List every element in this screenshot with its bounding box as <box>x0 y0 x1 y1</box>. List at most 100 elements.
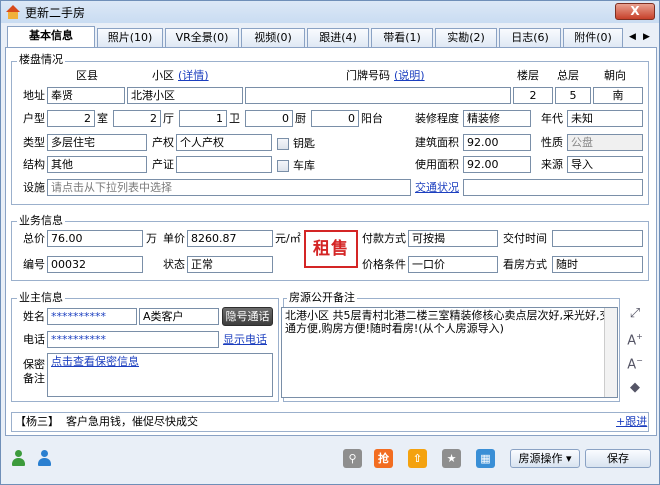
price-terms-field[interactable]: 一口价 <box>408 256 498 273</box>
title-bar: 更新二手房 X <box>1 1 659 23</box>
save-button[interactable]: 保存 <box>585 449 651 468</box>
building-area-field[interactable]: 92.00 <box>463 134 531 151</box>
close-button[interactable]: X <box>615 3 655 20</box>
tab-bar: 基本信息 照片(10) VR全景(0) 视频(0) 跟进(4) 带看(1) 实勘… <box>5 26 657 47</box>
secret-label-line1: 保密 <box>23 358 45 371</box>
community-header: 小区 <box>152 69 174 82</box>
certificate-field[interactable] <box>176 156 272 173</box>
owner-phone-field[interactable]: ********** <box>47 331 219 348</box>
price-terms-label: 价格条件 <box>362 258 406 271</box>
tab-inspection[interactable]: 实勘(2) <box>435 28 497 47</box>
payment-field[interactable]: 可按揭 <box>408 230 498 247</box>
community-field[interactable]: 北港小区 <box>127 87 243 104</box>
status-field[interactable]: 正常 <box>187 256 273 273</box>
property-ops-button[interactable]: 房源操作 ▾ <box>510 449 580 468</box>
orientation-header: 朝向 <box>604 69 626 82</box>
baths-field[interactable]: 1 <box>179 110 227 127</box>
tab-next-icon[interactable]: ▶ <box>641 29 652 45</box>
remarks-section-title: 房源公开备注 <box>287 291 357 304</box>
tab-followup[interactable]: 跟进(4) <box>307 28 369 47</box>
remarks-scrollbar[interactable] <box>604 308 617 397</box>
secret-notes-box[interactable]: 点击查看保密信息 <box>47 353 273 397</box>
traffic-link[interactable]: 交通状况 <box>415 181 459 195</box>
structure-field[interactable]: 其他 <box>47 156 147 173</box>
kitchen-unit-label: 厨 <box>295 112 306 125</box>
ownership-label: 产权 <box>152 136 174 149</box>
orientation-field[interactable]: 南 <box>593 87 643 104</box>
facilities-label: 设施 <box>23 181 45 194</box>
tab-attachments[interactable]: 附件(0) <box>563 28 623 47</box>
total-floor-field[interactable]: 5 <box>555 87 591 104</box>
floor-field[interactable]: 2 <box>513 87 553 104</box>
facilities-dropdown[interactable]: 请点击从下拉列表中选择 <box>47 179 411 196</box>
bath-unit-label: 卫 <box>229 112 240 125</box>
public-remarks-textarea[interactable]: 北港小区 共5层青村北港二楼三室精装修核心卖点层次好,采光好,交通方便,购房方便… <box>281 307 618 398</box>
rooms-field[interactable]: 2 <box>47 110 95 127</box>
balconies-field[interactable]: 0 <box>311 110 359 127</box>
year-label: 年代 <box>541 112 563 125</box>
door-number-field[interactable] <box>245 87 511 104</box>
public-remarks-text: 北港小区 共5层青村北港二楼三室精装修核心卖点层次好,采光好,交通方便,购房方便… <box>285 309 611 335</box>
garage-label: 车库 <box>293 159 315 172</box>
share-icon[interactable]: ⚲ <box>343 449 362 468</box>
community-detail-link[interactable]: (详情) <box>178 69 209 83</box>
tag-icon[interactable]: ◆ <box>627 380 643 395</box>
usable-area-field[interactable]: 92.00 <box>463 156 531 173</box>
door-number-help-link[interactable]: (说明) <box>394 69 425 83</box>
expand-icon[interactable]: ⤢ <box>627 306 643 321</box>
property-ops-label: 房源操作 <box>518 452 563 465</box>
secret-label-line2: 备注 <box>23 372 45 385</box>
unit-price-field[interactable]: 8260.87 <box>187 230 273 247</box>
traffic-field[interactable] <box>463 179 643 196</box>
kitchens-field[interactable]: 0 <box>245 110 293 127</box>
nature-field[interactable]: 公盘 <box>567 134 643 151</box>
nature-label: 性质 <box>541 136 563 149</box>
view-secret-link[interactable]: 点击查看保密信息 <box>51 355 139 368</box>
type-label: 类型 <box>23 136 45 149</box>
unit-price-unit: 元/㎡ <box>275 232 301 245</box>
building-area-label: 建筑面积 <box>415 136 459 149</box>
usable-area-label: 使用面积 <box>415 158 459 171</box>
calculator-icon[interactable]: ▦ <box>476 449 495 468</box>
address-label: 地址 <box>23 89 45 102</box>
tab-basic-info[interactable]: 基本信息 <box>7 26 95 47</box>
tab-showings[interactable]: 带看(1) <box>371 28 433 47</box>
type-field[interactable]: 多层住宅 <box>47 134 147 151</box>
certificate-label: 产证 <box>152 158 174 171</box>
door-number-header: 门牌号码 <box>346 69 390 82</box>
district-field[interactable]: 奉贤 <box>47 87 125 104</box>
owner-category-field[interactable]: A类客户 <box>139 308 219 325</box>
source-field[interactable]: 导入 <box>567 156 643 173</box>
property-section-title: 楼盘情况 <box>17 53 65 66</box>
font-increase-icon[interactable]: A+ <box>627 332 643 348</box>
tab-video[interactable]: 视频(0) <box>241 28 305 47</box>
room-unit-label: 室 <box>97 112 108 125</box>
tab-photos[interactable]: 照片(10) <box>97 28 163 47</box>
garage-checkbox[interactable] <box>277 160 289 172</box>
owner-name-field[interactable]: ********** <box>47 308 137 325</box>
top-up-icon[interactable]: ⇧ <box>408 449 427 468</box>
star-icon[interactable]: ★ <box>442 449 461 468</box>
viewing-field[interactable]: 随时 <box>552 256 643 273</box>
user-edit-icon[interactable] <box>37 450 51 467</box>
add-followup-link[interactable]: +跟进 <box>616 415 647 429</box>
sale-type-stamp: 租售 <box>304 230 358 268</box>
tab-prev-icon[interactable]: ◀ <box>627 29 638 45</box>
user-green-icon[interactable] <box>11 450 25 467</box>
grab-button[interactable]: 抢 <box>374 449 393 468</box>
decoration-field[interactable]: 精装修 <box>463 110 531 127</box>
payment-label: 付款方式 <box>362 232 406 245</box>
total-price-field[interactable]: 76.00 <box>47 230 143 247</box>
hidden-call-button[interactable]: 隐号通话 <box>222 307 273 326</box>
tab-log[interactable]: 日志(6) <box>499 28 561 47</box>
total-floor-header: 总层 <box>557 69 579 82</box>
ownership-field[interactable]: 个人产权 <box>176 134 272 151</box>
handover-field[interactable] <box>552 230 643 247</box>
tab-vr[interactable]: VR全景(0) <box>165 28 239 47</box>
decoration-label: 装修程度 <box>415 112 459 125</box>
halls-field[interactable]: 2 <box>113 110 161 127</box>
year-field[interactable]: 未知 <box>567 110 643 127</box>
has-key-checkbox[interactable] <box>277 138 289 150</box>
show-phone-link[interactable]: 显示电话 <box>223 333 267 347</box>
font-decrease-icon[interactable]: A− <box>627 356 643 372</box>
